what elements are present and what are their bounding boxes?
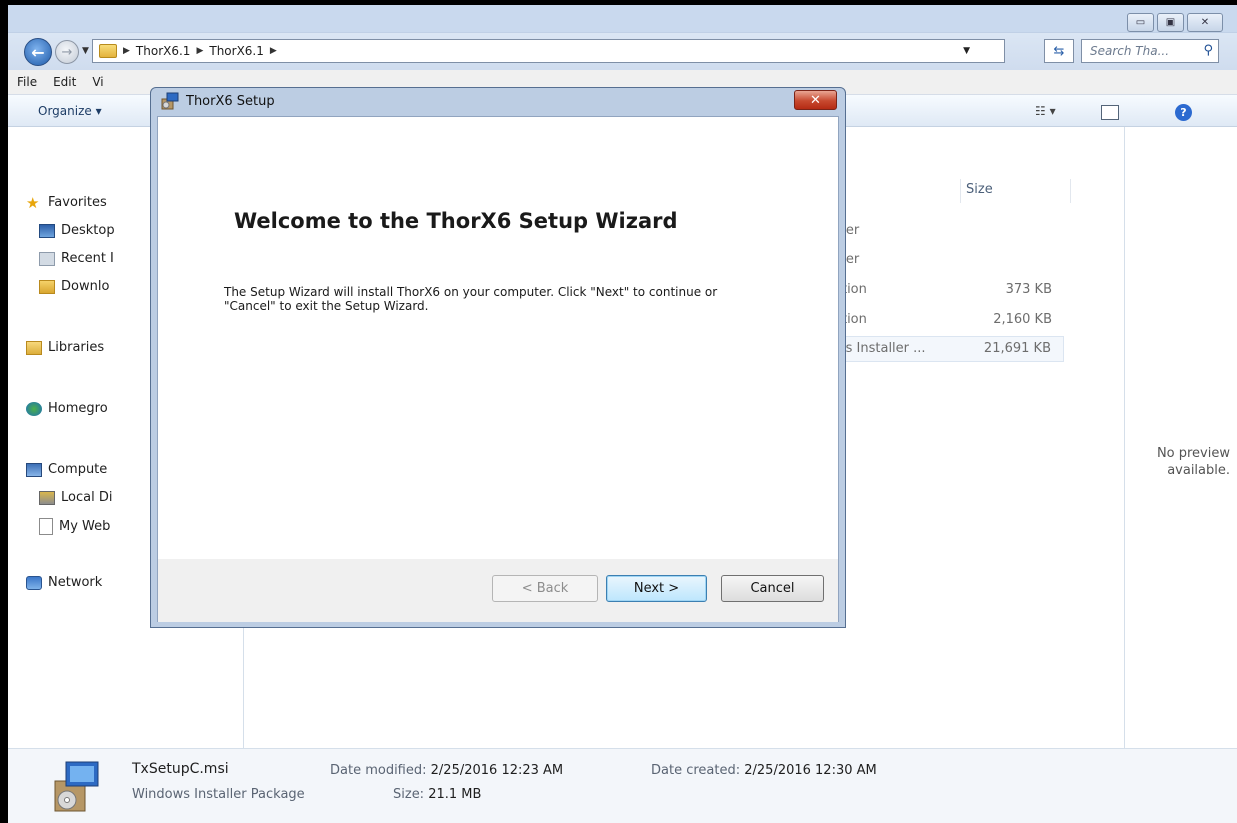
date-modified: Date modified: 2/25/2016 12:23 AM [330, 763, 564, 778]
search-icon[interactable]: ⚲ [1203, 43, 1213, 58]
homegroup-icon [26, 401, 42, 416]
nav-favorites[interactable]: ★ Favorites [26, 195, 107, 210]
chevron-right-icon[interactable]: ▶ [270, 46, 277, 56]
local-disk-icon [39, 490, 55, 505]
nav-downloads[interactable]: Downlo [39, 279, 109, 294]
menu-file[interactable]: File [17, 75, 37, 89]
dialog-title-bar[interactable]: ThorX6 Setup ✕ [151, 88, 845, 115]
desktop-icon [39, 223, 55, 238]
computer-icon [26, 462, 42, 477]
details-pane: TxSetupC.msi Windows Installer Package D… [8, 748, 1237, 823]
dialog-close-button[interactable]: ✕ [794, 90, 837, 110]
refresh-icon[interactable]: ⇆ [1044, 39, 1074, 63]
file-size: Size: 21.1 MB [393, 787, 482, 802]
preview-pane: No preview available. [1124, 127, 1237, 748]
file-name: TxSetupC.msi [132, 761, 229, 777]
forward-arrow-icon[interactable]: → [55, 40, 79, 64]
star-icon: ★ [26, 193, 40, 212]
dialog-body: Welcome to the ThorX6 Setup Wizard The S… [157, 116, 839, 622]
change-view-icon[interactable]: ☷ ▾ [1035, 104, 1056, 118]
list-item-selected[interactable]: ws Installer ... 21,691 KB [834, 336, 1064, 362]
nav-homegroup[interactable]: Homegro [26, 401, 108, 416]
nav-my-web[interactable]: My Web [39, 518, 110, 535]
menu-edit[interactable]: Edit [53, 75, 76, 89]
setup-dialog: ThorX6 Setup ✕ Welcome to the ThorX6 Set… [150, 87, 846, 628]
recent-pages-dropdown-icon[interactable]: ▼ [82, 46, 89, 56]
organize-button[interactable]: Organize ▾ [38, 104, 102, 118]
file-type: Windows Installer Package [132, 787, 305, 802]
column-divider[interactable] [1070, 179, 1071, 203]
maximize-button[interactable]: ▣ [1157, 13, 1184, 32]
recent-places-icon [39, 251, 55, 266]
wizard-heading: Welcome to the ThorX6 Setup Wizard [234, 209, 678, 233]
close-button[interactable]: ✕ [1187, 13, 1223, 32]
caption-buttons: ▭ ▣ ✕ [1124, 13, 1223, 32]
date-created: Date created: 2/25/2016 12:30 AM [651, 763, 877, 778]
network-icon [26, 575, 42, 590]
menu-view[interactable]: Vi [92, 75, 103, 89]
downloads-folder-icon [39, 279, 55, 294]
list-item[interactable]: ation 2,160 KB [834, 308, 1064, 334]
nav-desktop[interactable]: Desktop [39, 223, 115, 238]
column-header-size[interactable]: Size [966, 182, 993, 197]
search-input[interactable]: Search Tha... ⚲ [1081, 39, 1219, 63]
address-dropdown-icon[interactable]: ▼ [963, 46, 970, 56]
list-item[interactable]: lder [834, 219, 1064, 245]
minimize-button[interactable]: ▭ [1127, 13, 1154, 32]
dialog-separator [158, 557, 838, 558]
libraries-icon [26, 340, 42, 355]
address-bar[interactable]: ▶ ThorX6.1 ▶ ThorX6.1 ▶ ▼ [92, 39, 1005, 63]
no-preview-text: No preview available. [1156, 446, 1230, 478]
nav-computer[interactable]: Compute [26, 462, 107, 477]
list-item[interactable]: lder [834, 248, 1064, 274]
next-button[interactable]: Next > [606, 575, 707, 602]
cancel-button[interactable]: Cancel [721, 575, 824, 602]
chevron-right-icon[interactable]: ▶ [196, 46, 203, 56]
nav-libraries[interactable]: Libraries [26, 340, 104, 355]
dialog-title: ThorX6 Setup [186, 94, 275, 109]
title-bar: ▭ ▣ ✕ [8, 5, 1237, 33]
search-placeholder: Search Tha... [1090, 44, 1170, 58]
navigation-bar: ← → ▼ ▶ ThorX6.1 ▶ ThorX6.1 ▶ ▼ ⇆ Search… [8, 33, 1237, 70]
chevron-right-icon[interactable]: ▶ [123, 46, 130, 56]
folder-icon [99, 44, 117, 58]
list-item[interactable]: ation 373 KB [834, 278, 1064, 304]
back-arrow-icon[interactable]: ← [24, 38, 52, 66]
column-divider[interactable] [960, 179, 961, 203]
breadcrumb-item[interactable]: ThorX6.1 [136, 44, 191, 58]
nav-network[interactable]: Network [26, 575, 102, 590]
setup-icon [161, 92, 179, 110]
blank-document-icon [39, 518, 53, 535]
installer-package-icon [54, 761, 99, 812]
breadcrumb: ▶ ThorX6.1 ▶ ThorX6.1 ▶ [123, 44, 277, 58]
dialog-footer: < Back Next > Cancel [158, 559, 838, 622]
back-button[interactable]: < Back [492, 575, 598, 602]
wizard-description: The Setup Wizard will install ThorX6 on … [224, 285, 718, 313]
preview-pane-icon[interactable] [1101, 105, 1119, 120]
nav-local-disk[interactable]: Local Di [39, 490, 112, 505]
nav-recent-places[interactable]: Recent I [39, 251, 114, 266]
breadcrumb-item[interactable]: ThorX6.1 [209, 44, 264, 58]
help-icon[interactable]: ? [1175, 104, 1192, 121]
